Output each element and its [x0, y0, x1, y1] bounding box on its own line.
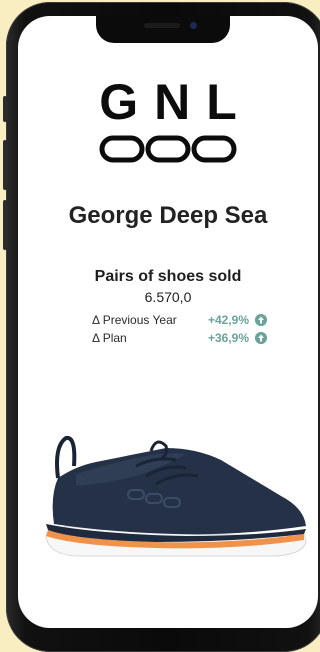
phone-screen: GNL George Deep Sea Pairs of shoes sold … — [18, 16, 318, 628]
speaker-grille — [144, 23, 180, 28]
delta-value: +36,9% — [207, 331, 249, 345]
delta-value: +42,9% — [207, 313, 249, 327]
delta-label: Δ Plan — [92, 331, 127, 345]
volume-up-button — [3, 140, 7, 190]
brand-logo: GNL — [68, 74, 268, 163]
arrow-up-circle-icon — [255, 314, 267, 326]
brand-logo-text: GNL — [99, 74, 253, 130]
delta-label: Δ Previous Year — [92, 313, 177, 327]
metric-value: 6.570,0 — [144, 289, 192, 305]
logo-rings-icon — [99, 135, 237, 163]
front-camera-icon — [190, 22, 197, 29]
mute-switch — [3, 96, 7, 122]
product-name: George Deep Sea — [68, 202, 268, 229]
delta-row-previous-year: Δ Previous Year +42,9% — [92, 313, 267, 329]
notch — [96, 16, 230, 43]
arrow-up-circle-icon — [255, 332, 267, 344]
sneaker-image — [45, 435, 307, 557]
metric-label: Pairs of shoes sold — [94, 268, 242, 285]
delta-row-plan: Δ Plan +36,9% — [92, 331, 267, 347]
volume-down-button — [3, 200, 7, 250]
